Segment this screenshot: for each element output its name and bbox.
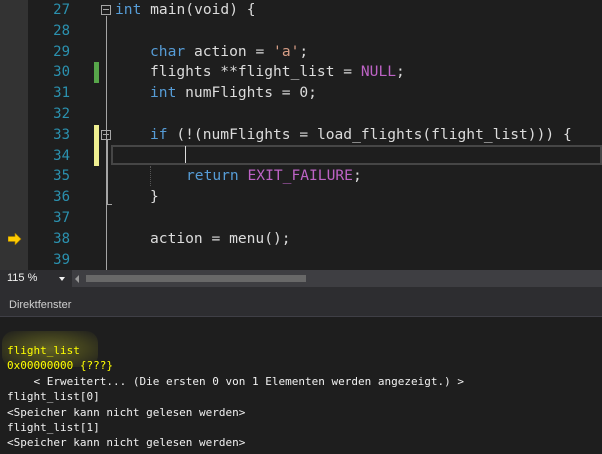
code-line-36[interactable]: 36 } bbox=[0, 187, 602, 208]
code-token: main(void) { bbox=[141, 1, 256, 18]
scrollbar-thumb[interactable] bbox=[86, 275, 306, 282]
code-text: char action = 'a'; bbox=[150, 42, 308, 63]
code-line-30[interactable]: 30 flights **flight_list = NULL; bbox=[0, 62, 602, 84]
keyword-token: return bbox=[186, 167, 239, 185]
editor-status-strip: 115 % bbox=[0, 270, 602, 287]
output-line: flight_list[0] bbox=[7, 390, 100, 404]
line-number: 37 bbox=[53, 210, 70, 226]
code-token: ; bbox=[396, 63, 405, 81]
line-number: 28 bbox=[53, 22, 70, 39]
change-indicator-saved bbox=[94, 62, 99, 84]
line-number: 29 bbox=[53, 43, 70, 60]
panel-title: Direktfenster bbox=[9, 299, 72, 311]
line-number: 35 bbox=[53, 168, 70, 185]
change-indicator-unsaved bbox=[94, 124, 99, 146]
chevron-down-icon bbox=[59, 277, 65, 281]
horizontal-scrollbar[interactable] bbox=[72, 270, 602, 287]
line-number: 36 bbox=[53, 189, 70, 206]
code-line-31[interactable]: 31 int numFlights = 0; bbox=[0, 83, 602, 104]
code-token: ; bbox=[299, 42, 309, 60]
code-line-29[interactable]: 29 char action = 'a'; bbox=[0, 42, 602, 63]
line-number: 33 bbox=[53, 126, 70, 143]
change-indicator-unsaved bbox=[94, 145, 99, 167]
keyword-token: int bbox=[150, 84, 177, 102]
code-text: flights **flight_list = NULL; bbox=[150, 62, 405, 83]
code-line-28[interactable]: 28 bbox=[0, 21, 602, 42]
fold-collapse-icon[interactable] bbox=[101, 5, 111, 15]
text-caret bbox=[185, 146, 186, 163]
code-line-37[interactable]: 37 bbox=[0, 208, 602, 229]
code-token: ; bbox=[352, 167, 362, 185]
code-line-39[interactable]: 39 bbox=[0, 250, 602, 270]
line-number: 34 bbox=[53, 147, 70, 164]
keyword-token: char bbox=[150, 42, 186, 60]
indent-guide bbox=[150, 166, 151, 186]
output-line: <Speicher kann nicht gelesen werden> bbox=[7, 436, 246, 450]
line-number: 27 bbox=[53, 2, 70, 18]
code-text: action = menu(); bbox=[150, 229, 291, 247]
code-editor[interactable]: 27 int main(void) { 28 29 char action = … bbox=[0, 0, 602, 270]
line-number: 38 bbox=[53, 230, 70, 247]
macro-token: EXIT_FAILURE bbox=[247, 167, 353, 185]
outline-guide-if bbox=[107, 140, 108, 204]
output-line: flight_list bbox=[7, 344, 80, 357]
outline-guide-end bbox=[107, 204, 112, 205]
keyword-token: if bbox=[150, 125, 168, 143]
line-number: 30 bbox=[53, 64, 70, 81]
panel-separator[interactable] bbox=[0, 287, 602, 295]
immediate-window[interactable]: flight_list 0x00000000 {???} < Erweitert… bbox=[0, 317, 602, 454]
code-line-27[interactable]: 27 int main(void) { bbox=[0, 0, 602, 21]
code-text: int main(void) { bbox=[115, 0, 256, 21]
execution-arrow-icon[interactable] bbox=[8, 233, 22, 245]
line-number: 31 bbox=[53, 85, 70, 102]
code-line-33[interactable]: 33 if (!(numFlights = load_flights(fligh… bbox=[0, 124, 602, 146]
output-line: <Speicher kann nicht gelesen werden> bbox=[7, 405, 246, 419]
code-token: action = bbox=[185, 42, 274, 60]
macro-token: NULL bbox=[360, 63, 397, 81]
code-token: (!(numFlights = load_flights(flight_list… bbox=[167, 125, 572, 143]
line-number: 39 bbox=[53, 251, 70, 268]
output-line: < Erweitert... (Die ersten 0 von 1 Eleme… bbox=[7, 374, 464, 388]
output-line: 0x00000000 {???} bbox=[7, 359, 113, 373]
code-line-38[interactable]: 38 action = menu(); bbox=[0, 229, 602, 250]
string-token: 'a' bbox=[273, 42, 300, 60]
line-number: 32 bbox=[53, 106, 70, 122]
output-line: flight_list[1] bbox=[7, 421, 100, 434]
zoom-level: 115 % bbox=[7, 272, 38, 284]
code-text: int numFlights = 0; bbox=[150, 83, 317, 104]
code-text: return EXIT_FAILURE; bbox=[186, 166, 362, 187]
keyword-token: int bbox=[115, 1, 142, 18]
immediate-window-header[interactable]: Direktfenster bbox=[0, 295, 602, 317]
code-text: if (!(numFlights = load_flights(flight_l… bbox=[150, 125, 572, 146]
code-token: numFlights = 0; bbox=[176, 84, 317, 102]
code-token: flights **flight_list = bbox=[150, 63, 361, 81]
code-text: } bbox=[150, 188, 159, 206]
code-line-35[interactable]: 35 return EXIT_FAILURE; bbox=[0, 166, 602, 187]
scroll-left-icon[interactable] bbox=[75, 275, 79, 283]
code-line-32[interactable]: 32 bbox=[0, 104, 602, 125]
zoom-dropdown[interactable]: 115 % bbox=[4, 271, 65, 286]
